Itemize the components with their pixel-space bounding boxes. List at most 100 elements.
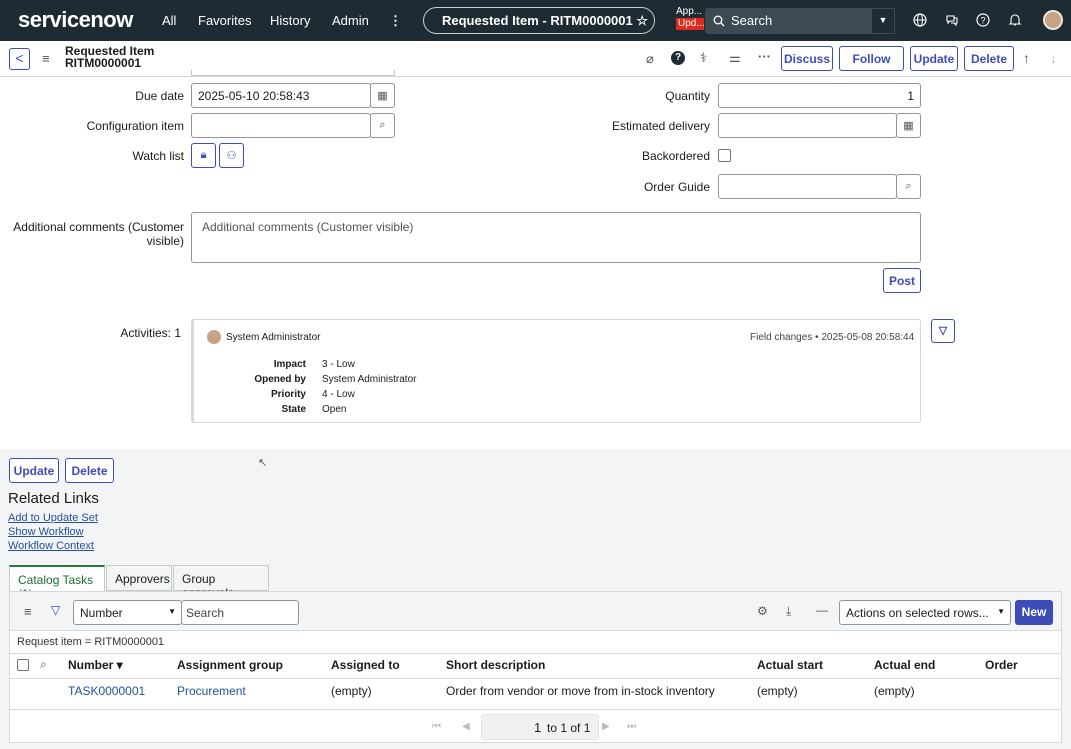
application-scope-badge[interactable]: App... Upd... xyxy=(676,6,705,32)
lock-icon[interactable]: 🔒︎ xyxy=(191,143,216,168)
actual-start-cell: (empty) xyxy=(757,684,798,698)
more-menu-icon[interactable]: ⋮ xyxy=(389,13,402,29)
select-all-checkbox[interactable] xyxy=(17,659,29,671)
additional-comments-label-line2: visible) xyxy=(146,234,184,248)
search-scope-dropdown[interactable]: ▼ xyxy=(871,8,895,34)
activity-field-value: System Administrator xyxy=(322,374,417,385)
post-button[interactable]: Post xyxy=(883,268,921,293)
backordered-label: Backordered xyxy=(641,149,710,163)
gear-icon[interactable]: ⚙ xyxy=(757,604,768,618)
user-avatar[interactable] xyxy=(1043,10,1063,30)
list-menu-icon[interactable]: ≡ xyxy=(24,604,32,619)
actions-select-value: Actions on selected rows... xyxy=(846,606,989,620)
calendar-icon[interactable]: ▦ xyxy=(896,113,921,138)
previous-record-arrow-icon[interactable]: ↑ xyxy=(1023,50,1030,66)
additional-comments-label: Additional comments (Customer visible) xyxy=(10,220,184,248)
activity-stream-icon[interactable]: ⚕ xyxy=(700,50,707,66)
activity-field-value: Open xyxy=(322,404,347,415)
order-guide-field[interactable] xyxy=(718,174,897,199)
column-header-actual-end[interactable]: Actual end xyxy=(874,658,935,672)
tab-group-approvals[interactable]: Group approvals xyxy=(173,565,269,600)
order-guide-label: Order Guide xyxy=(643,180,710,194)
column-search-icon[interactable]: ⌕ xyxy=(40,657,47,672)
calendar-icon[interactable]: ▦ xyxy=(370,83,395,108)
nav-all[interactable]: All xyxy=(162,13,176,28)
column-header-actual-start[interactable]: Actual start xyxy=(757,658,823,672)
add-me-icon[interactable]: ⚇ xyxy=(219,143,244,168)
configuration-item-field[interactable] xyxy=(191,113,371,138)
back-button[interactable]: < xyxy=(9,48,30,70)
nav-admin[interactable]: Admin xyxy=(332,13,369,28)
mouse-cursor-icon: ↖ xyxy=(258,457,268,469)
last-page-icon[interactable]: ⏭ xyxy=(627,721,636,732)
divider xyxy=(9,678,1062,679)
column-header-number[interactable]: Number ▾ xyxy=(68,658,123,672)
tab-approvers[interactable]: Approvers xyxy=(106,565,172,591)
estimated-delivery-field[interactable] xyxy=(718,113,897,138)
short-description-cell: Order from vendor or move from in-stock … xyxy=(446,684,715,698)
activity-card: System Administrator Field changes • 202… xyxy=(191,319,921,423)
nav-history[interactable]: History xyxy=(270,13,310,28)
estimated-delivery-label: Estimated delivery xyxy=(611,119,710,133)
new-button[interactable]: New xyxy=(1015,600,1053,625)
add-to-update-set-link[interactable]: Add to Update Set xyxy=(8,512,98,524)
list-search-input[interactable]: Search xyxy=(181,600,299,625)
activity-user: System Administrator xyxy=(226,332,321,343)
follow-button[interactable]: Follow xyxy=(839,46,904,71)
help-icon[interactable]: ? xyxy=(671,51,685,65)
discuss-button[interactable]: Discuss xyxy=(781,46,833,71)
download-icon[interactable]: ⤓ xyxy=(786,604,791,619)
update-button[interactable]: Update xyxy=(910,46,958,71)
column-header-assignment-group[interactable]: Assignment group xyxy=(177,658,283,672)
task-number-link[interactable]: TASK0000001 xyxy=(68,684,145,698)
hamburger-menu-icon[interactable]: ≡ xyxy=(42,51,50,66)
quantity-field[interactable]: 1 xyxy=(718,83,921,108)
activity-field-value: 4 - Low xyxy=(322,389,355,400)
configuration-item-label: Configuration item xyxy=(86,119,184,133)
previous-page-icon[interactable]: ◀ xyxy=(462,721,470,732)
column-header-short-description[interactable]: Short description xyxy=(446,658,545,672)
record-title-pill[interactable]: Requested Item - RITM0000001 ☆ xyxy=(423,7,655,34)
first-page-icon[interactable]: ⏮ xyxy=(432,721,441,732)
lookup-search-icon[interactable]: ⌕ xyxy=(370,113,395,138)
global-search-input[interactable]: Search ▼ xyxy=(705,8,895,34)
column-header-order[interactable]: Order xyxy=(985,658,1018,672)
actual-end-cell: (empty) xyxy=(874,684,915,698)
servicenow-logo[interactable]: servicenow xyxy=(18,7,133,33)
search-icon xyxy=(713,15,725,27)
clipped-field xyxy=(191,70,395,76)
delete-button[interactable]: Delete xyxy=(964,46,1014,71)
nav-favorites[interactable]: Favorites xyxy=(198,13,251,28)
filter-icon[interactable]: ▽ xyxy=(931,319,955,343)
filter-icon[interactable]: ▽ xyxy=(51,603,60,617)
page-number-input[interactable]: 1 xyxy=(534,720,541,735)
due-date-field[interactable]: 2025-05-10 20:58:43 xyxy=(191,83,371,108)
workflow-context-link[interactable]: Workflow Context xyxy=(8,540,94,552)
list-breadcrumb[interactable]: Request item = RITM0000001 xyxy=(17,636,164,648)
settings-sliders-icon[interactable]: ⚌ xyxy=(729,50,741,66)
next-record-arrow-icon[interactable]: ↓ xyxy=(1050,50,1057,66)
activity-field-key: Impact xyxy=(273,359,306,370)
show-workflow-link[interactable]: Show Workflow xyxy=(8,526,84,538)
tab-catalog-tasks[interactable]: Catalog Tasks (1) xyxy=(9,565,105,601)
chat-icon[interactable] xyxy=(945,13,959,27)
globe-icon[interactable] xyxy=(913,13,927,27)
assignment-group-link[interactable]: Procurement xyxy=(177,684,246,698)
next-page-icon[interactable]: ▶ xyxy=(602,721,610,732)
chevron-down-icon: ▼ xyxy=(168,607,176,616)
lookup-search-icon[interactable]: ⌕ xyxy=(896,174,921,199)
activity-field-key: State xyxy=(281,404,306,415)
collapse-icon[interactable]: — xyxy=(816,603,828,617)
notification-bell-icon[interactable] xyxy=(1008,13,1022,27)
backordered-checkbox[interactable] xyxy=(718,149,731,162)
column-header-assigned-to[interactable]: Assigned to xyxy=(331,658,400,672)
more-options-icon[interactable]: ··· xyxy=(758,49,771,64)
delete-button[interactable]: Delete xyxy=(65,458,114,483)
actions-select[interactable]: Actions on selected rows... ▼ xyxy=(839,600,1011,625)
help-icon[interactable]: ? xyxy=(976,13,990,27)
attachment-icon[interactable]: ⌀ xyxy=(646,51,654,67)
additional-comments-textarea[interactable]: Additional comments (Customer visible) xyxy=(191,212,921,263)
update-button[interactable]: Update xyxy=(9,458,59,483)
record-header-title: Requested Item RITM0000001 xyxy=(65,45,154,69)
field-select[interactable]: Number ▼ xyxy=(73,600,182,625)
